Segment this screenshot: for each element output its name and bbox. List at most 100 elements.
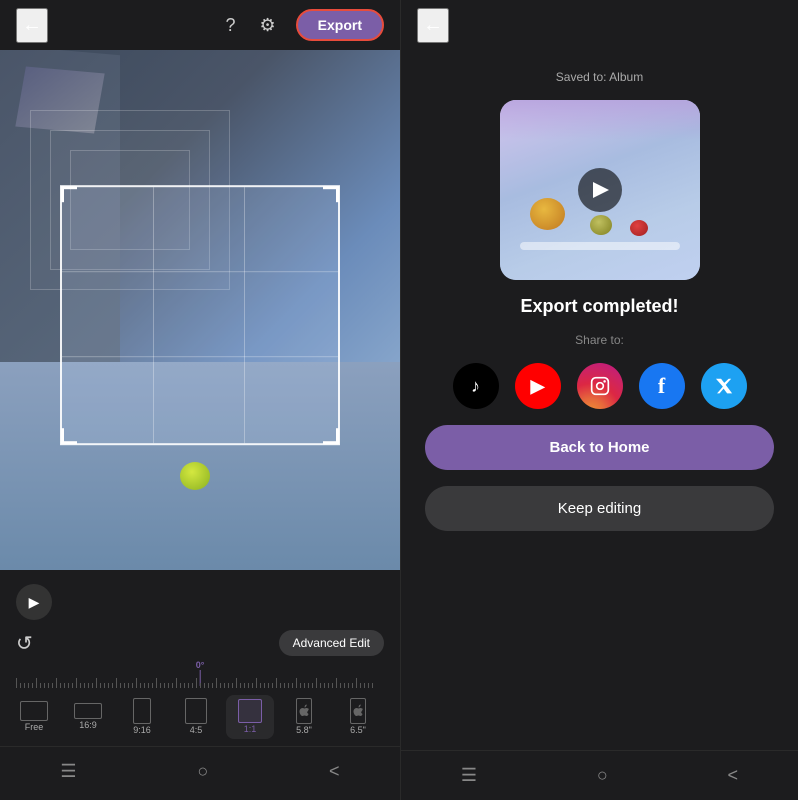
advanced-edit-button[interactable]: Advanced Edit: [279, 630, 384, 656]
share-facebook-button[interactable]: f: [639, 363, 685, 409]
ruler-tick: [260, 683, 261, 688]
ruler-tick: [40, 683, 41, 688]
ruler-label: 0°: [196, 660, 205, 670]
ruler-tick: [308, 683, 309, 688]
ratio-label-4: 1:1: [244, 725, 257, 735]
ruler-tick: [96, 678, 97, 688]
ruler-tick: [288, 683, 289, 688]
ruler-tick: [88, 683, 89, 688]
ruler-tick: [84, 683, 85, 688]
ratio-label-2: 9:16: [133, 726, 151, 736]
advanced-edit-row: ↺ Advanced Edit: [0, 626, 400, 660]
left-nav-bar: ☰ ○ <: [0, 746, 400, 796]
ruler-tick: [188, 683, 189, 688]
share-youtube-button[interactable]: ▶: [515, 363, 561, 409]
ratio-item-6-5-[interactable]: 6.5": [334, 694, 382, 740]
ruler-tick: [148, 683, 149, 688]
export-button[interactable]: Export: [296, 9, 384, 41]
ratio-item-free[interactable]: Free: [10, 697, 58, 737]
ruler-tick: [276, 678, 277, 688]
ratio-icon-5: [296, 698, 312, 724]
help-button[interactable]: ?: [222, 11, 240, 40]
ruler-tick: [16, 678, 17, 688]
ruler-tick: [336, 678, 337, 688]
ruler-tick: [244, 683, 245, 688]
ratio-item-1-1[interactable]: 1:1: [226, 695, 274, 739]
ruler-tick: [32, 683, 33, 688]
ruler-tick: [284, 683, 285, 688]
ruler-tick: [160, 683, 161, 688]
share-twitter-button[interactable]: [701, 363, 747, 409]
settings-button[interactable]: ⚙: [256, 11, 280, 40]
ratio-item-16-9[interactable]: 16:9: [64, 699, 112, 735]
ratio-label-5: 5.8": [296, 726, 312, 736]
left-nav-menu-icon[interactable]: ☰: [40, 757, 96, 786]
ruler-tick: [320, 683, 321, 688]
reset-button[interactable]: ↺: [16, 631, 33, 656]
ruler-tick: [344, 683, 345, 688]
ruler-tick: [312, 683, 313, 688]
ruler-tick: [76, 678, 77, 688]
header-center-group: ? ⚙ Export: [222, 9, 385, 41]
ruler-ticks: [16, 678, 384, 688]
ratio-item-3-4[interactable]: 3:4: [388, 694, 400, 740]
thumb-ball-1: [530, 198, 565, 230]
ruler-tick: [92, 683, 93, 688]
right-panel: ← Saved to: Album Export completed! Shar…: [401, 0, 798, 800]
share-instagram-button[interactable]: [577, 363, 623, 409]
ruler-tick: [140, 683, 141, 688]
share-to-label: Share to:: [575, 333, 624, 347]
left-nav-home-icon[interactable]: ○: [177, 757, 228, 786]
left-panel: ← ? ⚙ Export: [0, 0, 400, 800]
ruler-tick: [352, 683, 353, 688]
play-button[interactable]: ▶: [16, 584, 52, 620]
thumb-ball-2: [590, 215, 612, 235]
ruler-tick: [184, 683, 185, 688]
ruler-tick: [68, 683, 69, 688]
right-nav-menu-icon[interactable]: ☰: [441, 761, 497, 790]
ruler-tick: [28, 683, 29, 688]
right-nav-home-icon[interactable]: ○: [577, 761, 628, 790]
ruler-tick: [200, 683, 201, 688]
timeline-ruler[interactable]: 0°: [0, 660, 400, 688]
back-button[interactable]: ←: [16, 8, 48, 43]
ruler-tick: [80, 683, 81, 688]
ruler-tick: [204, 683, 205, 688]
ruler-tick: [264, 683, 265, 688]
ruler-tick: [228, 683, 229, 688]
ruler-tick: [240, 683, 241, 688]
right-content: Saved to: Album Export completed! Share …: [401, 50, 798, 750]
ruler-tick: [56, 678, 57, 688]
right-nav-back-icon[interactable]: <: [708, 761, 759, 790]
ruler-tick: [212, 683, 213, 688]
ruler-tick: [132, 683, 133, 688]
ruler-tick: [216, 678, 217, 688]
video-thumbnail[interactable]: [500, 100, 700, 280]
thumb-ball-3: [630, 220, 648, 236]
ratio-item-4-5[interactable]: 4:5: [172, 694, 220, 740]
ruler-tick: [112, 683, 113, 688]
play-icon: ▶: [29, 594, 40, 611]
ratio-item-5-8-[interactable]: 5.8": [280, 694, 328, 740]
ruler-tick: [44, 683, 45, 688]
corner-tr[interactable]: [323, 186, 339, 202]
play-triangle-icon: [593, 182, 609, 198]
ratio-label-1: 16:9: [79, 721, 97, 731]
ruler-tick: [124, 683, 125, 688]
ruler-tick: [116, 678, 117, 688]
ruler-tick: [280, 683, 281, 688]
left-header: ← ? ⚙ Export: [0, 0, 400, 50]
ruler-tick: [368, 683, 369, 688]
keep-editing-button[interactable]: Keep editing: [425, 486, 774, 531]
back-to-home-button[interactable]: Back to Home: [425, 425, 774, 470]
ratio-item-9-16[interactable]: 9:16: [118, 694, 166, 740]
ruler-tick: [304, 683, 305, 688]
ruler-tick: [256, 678, 257, 688]
thumbnail-play-overlay[interactable]: [578, 168, 622, 212]
ruler-tick: [332, 683, 333, 688]
ruler-tick: [364, 683, 365, 688]
share-tiktok-button[interactable]: ♪: [453, 363, 499, 409]
right-back-button[interactable]: ←: [417, 8, 449, 43]
right-nav-bar: ☰ ○ <: [401, 750, 798, 800]
left-nav-back-icon[interactable]: <: [309, 757, 360, 786]
